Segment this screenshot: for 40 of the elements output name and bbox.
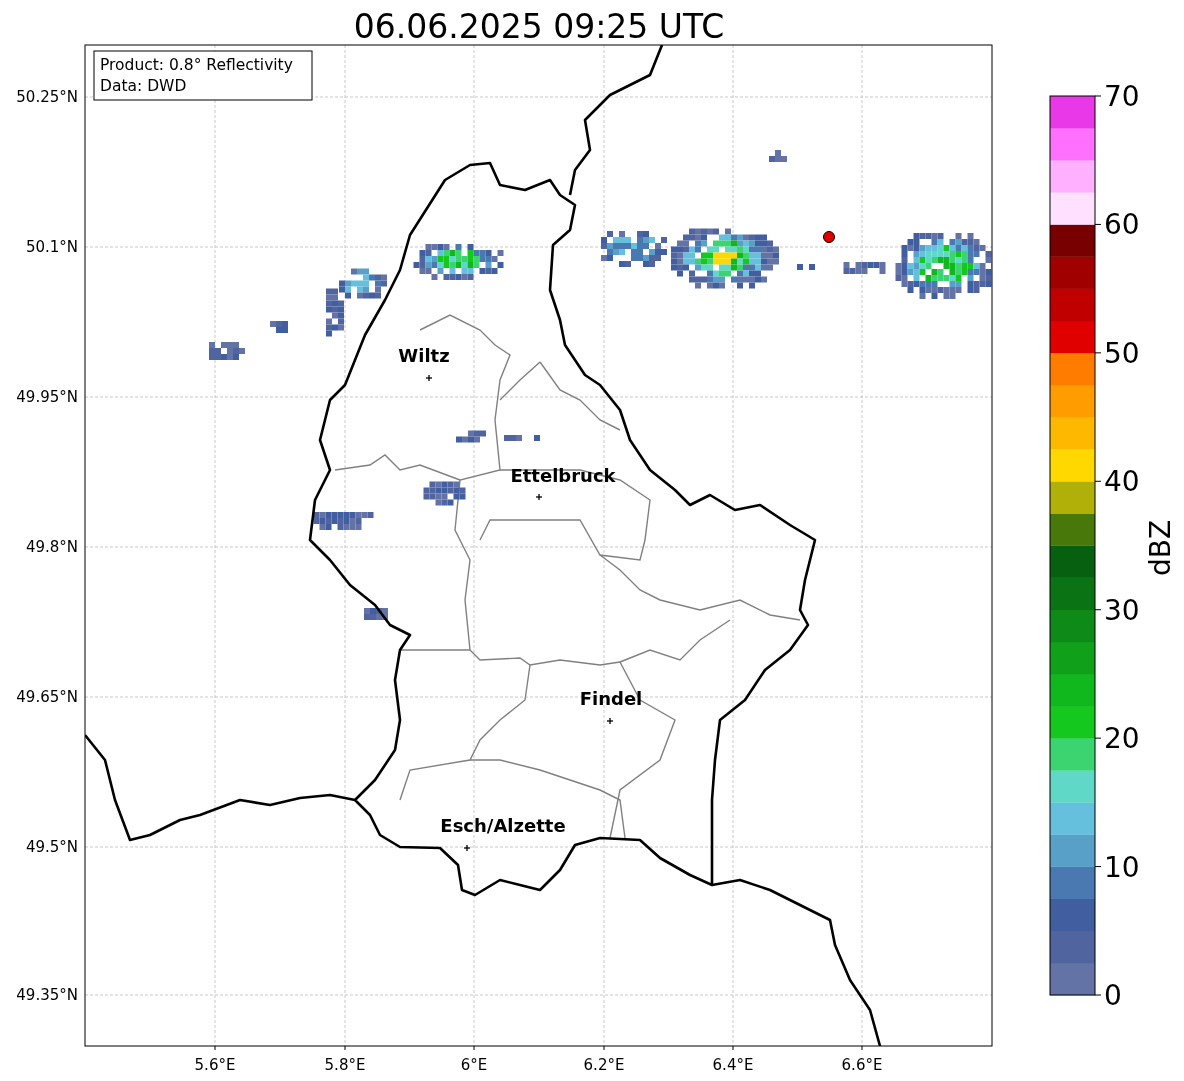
- info-text: Product: 0.8° Reflectivity: [100, 56, 293, 74]
- tick-label: 49.95°N: [16, 388, 78, 406]
- axis-tick: [603, 1045, 605, 1051]
- city-marker: [463, 844, 471, 852]
- tick-label: 6.6°E: [841, 1056, 883, 1074]
- colorbar-tick-label: 50: [1104, 336, 1140, 370]
- city-marker: [425, 374, 433, 382]
- tick-label: 50.1°N: [25, 238, 78, 256]
- colorbar-tick-label: 30: [1104, 593, 1140, 627]
- tick-label: 50.25°N: [16, 88, 78, 106]
- axis-tick: [473, 1045, 475, 1051]
- tick-label: 5.8°E: [324, 1056, 366, 1074]
- axis-tick: [732, 1045, 734, 1051]
- tick-label: 6.2°E: [583, 1056, 625, 1074]
- axis-tick: [861, 1045, 863, 1051]
- tick-label: 6°E: [460, 1056, 488, 1074]
- tick-label: 6.4°E: [712, 1056, 754, 1074]
- colorbar-tick-label: 20: [1104, 722, 1140, 756]
- tick-label: 49.65°N: [16, 688, 78, 706]
- tick-label: 49.8°N: [25, 538, 78, 556]
- axis-tick: [214, 1045, 216, 1051]
- city-marker: [606, 717, 614, 725]
- tick-label: 49.35°N: [16, 986, 78, 1004]
- colorbar-tick-label: 0: [1104, 979, 1122, 1012]
- colorbar-label: dBZ: [1144, 519, 1177, 577]
- axis-tick: [344, 1045, 346, 1051]
- radar-site-marker: [823, 231, 835, 243]
- city-label: Wiltz: [398, 345, 450, 366]
- tick-label: 5.6°E: [194, 1056, 236, 1074]
- colorbar-tick-label: 10: [1104, 850, 1140, 884]
- colorbar-tick-label: 70: [1104, 80, 1140, 113]
- tick-label: 49.5°N: [25, 838, 78, 856]
- info-text: Data: DWD: [100, 77, 187, 95]
- colorbar-tick-label: 40: [1104, 465, 1140, 499]
- colorbar-tick-label: 60: [1104, 208, 1140, 242]
- city-label: Ettelbruck: [510, 465, 616, 486]
- chart-title: 06.06.2025 09:25 UTC: [353, 7, 725, 46]
- city-label: Findel: [579, 688, 643, 709]
- city-marker: [535, 493, 543, 501]
- city-label: Esch/Alzette: [440, 815, 566, 836]
